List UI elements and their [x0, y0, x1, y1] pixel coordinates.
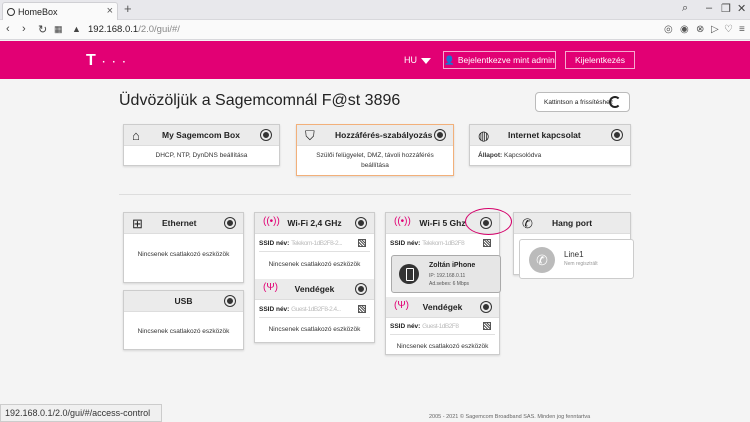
my-box-card[interactable]: ⌂ My Sagemcom Box DHCP, NTP, DynDNS beál…	[123, 124, 280, 166]
gear-icon[interactable]	[225, 296, 235, 306]
site-header: T · · · HU 👤 Bejelentkezve mint admin Kij…	[0, 41, 750, 79]
wifi-24-message: Nincsenek csatlakozó eszközök	[268, 261, 361, 268]
gear-icon[interactable]	[356, 218, 366, 228]
qr-code-icon[interactable]	[483, 239, 491, 247]
footer-copyright: 2005 - 2021 © Sagemcom Broadband SAS. Mi…	[429, 414, 591, 420]
wifi-5-guest-ssid: SSID név: Guest-1dB2F8	[390, 323, 459, 330]
gear-icon[interactable]	[481, 302, 491, 312]
page-title: Üdvözöljük a Sagemcomnál F@st 3896	[119, 92, 401, 109]
logout-button[interactable]: Kijelentkezés	[565, 51, 635, 69]
telekom-logo[interactable]: T · · ·	[86, 52, 128, 70]
gear-icon[interactable]	[435, 130, 445, 140]
phone-port-card[interactable]: ✆ Hang port ✆ Line1 Nem regisztrált	[513, 212, 634, 279]
wifi-icon: ((•))	[394, 216, 411, 227]
user-icon: 👤	[444, 54, 455, 65]
line-status: Nem regisztrált	[564, 261, 598, 267]
phone-icon	[399, 264, 419, 284]
gear-icon[interactable]	[225, 218, 235, 228]
restore-button[interactable]: ❐	[721, 2, 731, 15]
refresh-button[interactable]: Kattintson a frissítéshez	[535, 92, 630, 112]
wifi-24-guest-title: Vendégek	[294, 284, 335, 294]
wifi-5-guest-message: Nincsenek csatlakozó eszközök	[396, 343, 489, 350]
browser-tab[interactable]: HomeBox ×	[2, 2, 118, 20]
forward-icon[interactable]: ›	[22, 23, 26, 35]
wifi-24-card[interactable]: ((•)) Wi-Fi 2,4 GHz SSID név: Telekom-1d…	[254, 212, 375, 343]
heart-icon[interactable]: ♡	[724, 24, 733, 35]
usb-card[interactable]: USB Nincsenek csatlakozó eszközök	[123, 290, 244, 350]
guest-wifi-icon: (Ψ)	[394, 300, 410, 311]
qr-code-icon[interactable]	[358, 305, 366, 313]
wifi-5-title: Wi-Fi 5 Ghz	[419, 218, 466, 228]
user-button[interactable]: 👤 Bejelentkezve mint admin	[443, 51, 556, 69]
tab-title: HomeBox	[18, 6, 58, 17]
shield-icon: ⛉	[305, 128, 315, 143]
chevron-down-icon	[421, 57, 431, 64]
site-logo-icon	[7, 7, 15, 16]
close-window-button[interactable]: ✕	[737, 2, 746, 15]
device-name: Zoltán iPhone	[429, 262, 476, 269]
device-speed: Ad.sebes: 6 Mbps	[429, 281, 470, 287]
speed-dial-icon[interactable]: ▦	[54, 24, 63, 35]
wifi-5-ssid: SSID név: Telekom-1dB2F8	[390, 240, 465, 247]
internet-connection-card[interactable]: ◍ Internet kapcsolat Állapot: Kapcsolódv…	[469, 124, 631, 166]
internet-status-label: Állapot:	[478, 152, 503, 159]
search-icon[interactable]: ⌕	[682, 2, 688, 15]
warning-icon[interactable]: ▲	[72, 24, 81, 34]
access-control-title: Hozzáférés-szabályozás	[335, 130, 433, 140]
phone-icon: ✆	[522, 216, 533, 231]
url-field[interactable]: 192.168.0.1/2.0/gui/#/	[88, 24, 180, 35]
refresh-icon	[609, 96, 621, 108]
menu-icon[interactable]: ≡	[739, 24, 745, 35]
wifi-24-title: Wi-Fi 2,4 GHz	[287, 218, 342, 228]
reload-icon[interactable]: ↻	[38, 23, 47, 36]
annotation-circle	[465, 208, 512, 235]
globe-icon: ◍	[478, 128, 490, 143]
language-selector[interactable]: HU	[404, 55, 431, 65]
wifi-24-guest-message: Nincsenek csatlakozó eszközök	[268, 326, 361, 333]
my-box-title: My Sagemcom Box	[162, 130, 240, 140]
wifi-24-guest-ssid: SSID név: Guest-1dB2F8-2.4...	[259, 306, 341, 313]
qr-code-icon[interactable]	[358, 239, 366, 247]
wifi-icon: ((•))	[263, 216, 280, 227]
new-tab-button[interactable]: +	[124, 1, 132, 16]
phone-line-icon: ✆	[529, 247, 555, 273]
usb-title: USB	[174, 296, 193, 306]
internet-title: Internet kapcsolat	[508, 130, 581, 140]
usb-message: Nincsenek csatlakozó eszközök	[137, 328, 230, 335]
divider	[119, 194, 631, 195]
guest-wifi-icon: (Ψ)	[263, 282, 279, 293]
extensions-icon[interactable]: ⊗	[696, 24, 704, 35]
address-bar: ‹ › ↻ ▦ ▲ 192.168.0.1/2.0/gui/#/ ◎ ◉ ⊗ ▷…	[0, 20, 750, 40]
ethernet-title: Ethernet	[162, 218, 197, 228]
camera-icon[interactable]: ◉	[680, 24, 689, 35]
minimize-button[interactable]: –	[706, 2, 712, 14]
tab-close-icon[interactable]: ×	[107, 5, 113, 17]
wifi-5-guest-title: Vendégek	[422, 302, 463, 312]
ethernet-card[interactable]: ⊞ Ethernet Nincsenek csatlakozó eszközök	[123, 212, 244, 283]
line-name: Line1	[564, 250, 584, 259]
my-box-description: DHCP, NTP, DynDNS beállítása	[155, 152, 248, 159]
internet-status-value: Kapcsolódva	[504, 152, 542, 159]
line-item[interactable]: ✆ Line1 Nem regisztrált	[519, 239, 634, 279]
device-ip: IP: 192.168.0.11	[429, 273, 466, 279]
back-icon[interactable]: ‹	[6, 23, 10, 35]
wifi-24-ssid: SSID név: Telekom-1dB2F8-2...	[259, 240, 342, 247]
gear-icon[interactable]	[261, 130, 271, 140]
qr-code-icon[interactable]	[483, 322, 491, 330]
home-icon: ⌂	[132, 128, 140, 143]
ethernet-message: Nincsenek csatlakozó eszközök	[137, 251, 230, 258]
connected-device[interactable]: Zoltán iPhone IP: 192.168.0.11 Ad.sebes:…	[391, 255, 501, 293]
gear-icon[interactable]	[612, 130, 622, 140]
access-control-card[interactable]: ⛉ Hozzáférés-szabályozás Szülői felügyel…	[296, 124, 454, 176]
gear-icon[interactable]	[356, 284, 366, 294]
network-icon: ⊞	[132, 216, 143, 231]
play-icon[interactable]: ▷	[711, 24, 719, 35]
screenshot-icon[interactable]: ◎	[664, 24, 673, 35]
access-control-description: Szülői felügyelet, DMZ, távoli hozzáféré…	[316, 152, 434, 169]
status-bar-url: 192.168.0.1/2.0/gui/#/access-control	[0, 404, 162, 422]
phone-title: Hang port	[552, 218, 593, 228]
browser-tab-bar: HomeBox × + ⌕ – ❐ ✕	[0, 0, 750, 20]
